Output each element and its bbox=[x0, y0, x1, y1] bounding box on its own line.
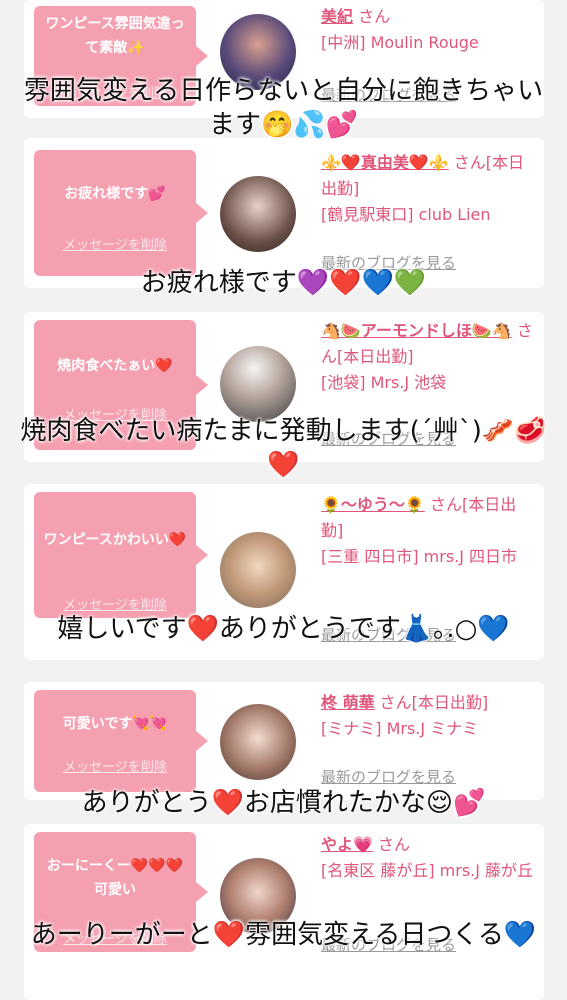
profile-info: 美紀 さん [中洲] Moulin Rouge bbox=[321, 4, 536, 56]
name-suffix: さん[本日出勤] bbox=[379, 693, 489, 712]
message-card: 可愛いです💘💘 メッセージを削除 柊 萌華 さん[本日出勤] [ミナミ] Mrs… bbox=[24, 682, 544, 800]
message-bubble: 可愛いです💘💘 メッセージを削除 bbox=[34, 690, 208, 792]
shop-name: [名東区 藤が丘] mrs.J 藤が丘 bbox=[321, 861, 534, 880]
overlay-caption: 嬉しいです❤️ありがとうです👗｡.○💙 bbox=[57, 614, 510, 644]
message-text: 可愛いです💘💘 bbox=[62, 716, 168, 732]
overlay-caption: 焼肉食べたい病たまに発動します(´艸`)🥓🥩❤️ bbox=[20, 416, 547, 480]
overlay-caption: ありがとう❤️お店慣れたかな😌💕 bbox=[81, 788, 486, 818]
overlay-caption: あーりーがーと❤️雰囲気変える日つくる💙 bbox=[30, 920, 537, 950]
avatar[interactable] bbox=[220, 176, 296, 252]
name-suffix: さん bbox=[378, 835, 411, 854]
profile-info: やよ💗 さん [名東区 藤が丘] mrs.J 藤が丘 bbox=[321, 832, 536, 884]
delete-message-link[interactable]: メッセージを削除 bbox=[34, 756, 196, 775]
message-text: ワンピース雰囲気違って素敵✨ bbox=[45, 16, 185, 56]
latest-blog-link[interactable]: 最新のブログを見る bbox=[321, 766, 456, 787]
message-text: 焼肉食べたぁい❤️ bbox=[57, 358, 173, 374]
message-text: おーにーくー❤️❤️❤️可愛い bbox=[46, 858, 184, 898]
avatar[interactable] bbox=[220, 346, 296, 422]
shop-name: [鶴見駅東口] club Lien bbox=[321, 205, 491, 224]
overlay-caption: 雰囲気変える日作らないと自分に飽きちゃいます🤭💦💕 bbox=[23, 76, 544, 140]
profile-info: 🐴🍉アーモンドしほ🍉🐴 さん[本日出勤] [池袋] Mrs.J 池袋 bbox=[321, 318, 536, 396]
cast-name-link[interactable]: 柊 萌華 bbox=[321, 693, 375, 712]
shop-name: [中洲] Moulin Rouge bbox=[321, 33, 479, 52]
avatar[interactable] bbox=[220, 532, 296, 608]
delete-message-link[interactable]: メッセージを削除 bbox=[34, 234, 196, 253]
cast-name-link[interactable]: 美紀 bbox=[321, 7, 353, 26]
shop-name: [ミナミ] Mrs.J ミナミ bbox=[321, 719, 479, 738]
avatar[interactable] bbox=[220, 704, 296, 780]
message-bubble: お疲れ様です💕 メッセージを削除 bbox=[34, 150, 208, 276]
overlay-caption: お疲れ様です💜❤️💙💚 bbox=[140, 268, 427, 298]
profile-info: 柊 萌華 さん[本日出勤] [ミナミ] Mrs.J ミナミ bbox=[321, 690, 536, 742]
delete-message-link[interactable]: メッセージを削除 bbox=[34, 594, 196, 613]
profile-info: ⚜️❤️真由美❤️⚜️ さん[本日出勤] [鶴見駅東口] club Lien bbox=[321, 150, 536, 228]
cast-name-link[interactable]: ⚜️❤️真由美❤️⚜️ bbox=[321, 153, 449, 172]
shop-name: [三重 四日市] mrs.J 四日市 bbox=[321, 547, 518, 566]
message-text: ワンピースかわいい❤️ bbox=[43, 532, 187, 548]
cast-name-link[interactable]: やよ💗 bbox=[321, 835, 373, 854]
message-bubble: ワンピースかわいい❤️ メッセージを削除 bbox=[34, 492, 208, 618]
cast-name-link[interactable]: 🌻〜ゆう〜🌻 bbox=[321, 495, 425, 514]
shop-name: [池袋] Mrs.J 池袋 bbox=[321, 373, 447, 392]
profile-info: 🌻〜ゆう〜🌻 さん[本日出勤] [三重 四日市] mrs.J 四日市 bbox=[321, 492, 536, 570]
message-text: お疲れ様です💕 bbox=[64, 186, 166, 202]
name-suffix: さん bbox=[358, 7, 391, 26]
cast-name-link[interactable]: 🐴🍉アーモンドしほ🍉🐴 bbox=[321, 321, 512, 340]
message-card: おーにーくー❤️❤️❤️可愛い メッセージを削除 やよ💗 さん [名東区 藤が丘… bbox=[24, 824, 544, 1000]
